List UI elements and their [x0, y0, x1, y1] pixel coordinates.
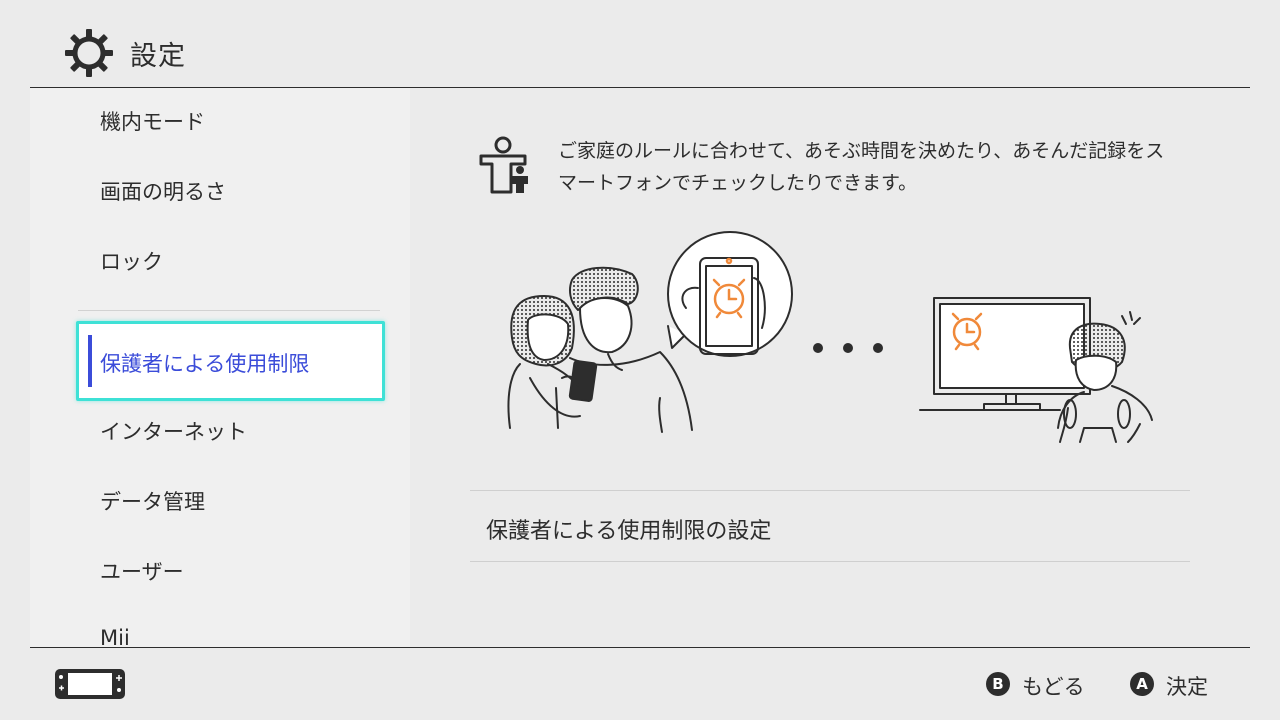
- sidebar-item-users[interactable]: ユーザー: [100, 556, 184, 586]
- b-button-icon: B: [986, 672, 1010, 696]
- sidebar-item-data-management[interactable]: データ管理: [100, 486, 205, 516]
- gear-icon: [65, 29, 113, 77]
- footer-divider: [30, 647, 1250, 648]
- back-button[interactable]: B もどる: [986, 671, 1096, 699]
- sidebar-item-brightness[interactable]: 画面の明るさ: [100, 176, 226, 206]
- sidebar-item-internet[interactable]: インターネット: [100, 416, 247, 446]
- header: 設定: [0, 0, 1280, 88]
- sidebar: 機内モード 画面の明るさ ロック 保護者による使用制限 インターネット データ管…: [30, 88, 410, 647]
- page-title: 設定: [130, 41, 186, 72]
- row-divider-bottom: [470, 561, 1190, 562]
- description-text: ご家庭のルールに合わせて、あそぶ時間を決めたり、あそんだ記録をスマートフォンでチ…: [558, 140, 1165, 194]
- selection-indicator: [88, 335, 92, 387]
- ok-button[interactable]: A 決定: [1130, 671, 1220, 699]
- a-button-icon: A: [1130, 672, 1154, 696]
- parental-controls-settings-button[interactable]: 保護者による使用制限の設定: [470, 491, 1190, 561]
- ok-button-label: 決定: [1166, 675, 1208, 699]
- family-phone-alarm-illustration: [507, 231, 1153, 443]
- sidebar-item-lock[interactable]: ロック: [100, 246, 163, 276]
- sidebar-item-mii[interactable]: Mii: [100, 626, 130, 647]
- sidebar-item-parental-controls[interactable]: 保護者による使用制限: [76, 321, 385, 401]
- back-button-label: もどる: [1022, 675, 1085, 699]
- setting-row-label: 保護者による使用制限の設定: [486, 519, 772, 544]
- parental-controls-icon: [479, 136, 528, 194]
- sidebar-item-airplane-mode[interactable]: 機内モード: [100, 106, 205, 136]
- sidebar-divider: [78, 310, 380, 311]
- console-icon: [55, 669, 125, 699]
- sidebar-item-label: 保護者による使用制限: [100, 352, 310, 376]
